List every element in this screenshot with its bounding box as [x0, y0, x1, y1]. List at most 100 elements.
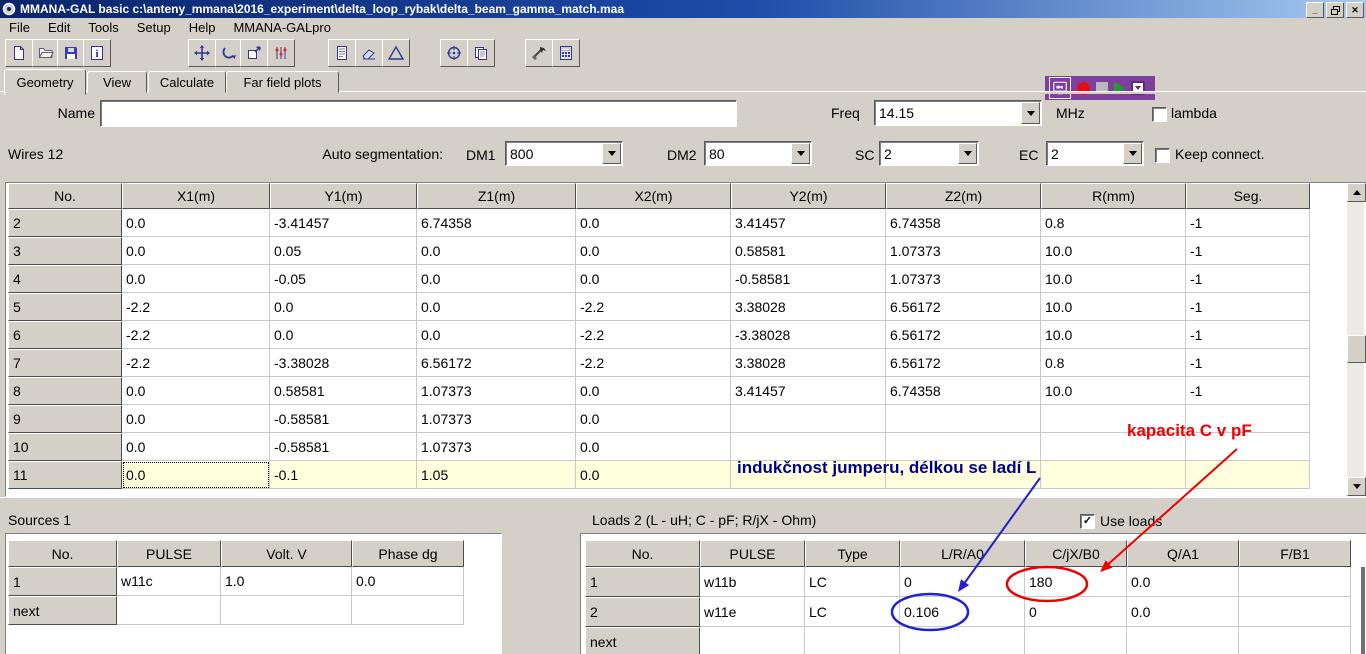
- table-cell[interactable]: [1041, 461, 1186, 489]
- table-cell[interactable]: 0.0: [122, 237, 270, 265]
- tab-view[interactable]: View: [87, 71, 147, 93]
- table-cell[interactable]: 1.07373: [417, 405, 576, 433]
- options-tools-button[interactable]: [525, 39, 553, 67]
- table-cell[interactable]: 3.38028: [731, 293, 886, 321]
- table-cell[interactable]: 0.0: [122, 209, 270, 237]
- column-header[interactable]: X1(m): [122, 183, 270, 209]
- table-cell[interactable]: w11c: [117, 567, 221, 596]
- table-cell[interactable]: 0.0: [576, 433, 731, 461]
- table-cell[interactable]: w11e: [700, 597, 805, 627]
- table-cell[interactable]: 10.0: [1041, 265, 1186, 293]
- table-cell[interactable]: -0.58581: [270, 405, 417, 433]
- column-header[interactable]: No.: [8, 540, 117, 567]
- menu-file[interactable]: File: [0, 18, 39, 37]
- table-cell[interactable]: [1025, 627, 1127, 654]
- row-header[interactable]: 2: [585, 597, 700, 627]
- table-cell[interactable]: -1: [1186, 321, 1310, 349]
- table-cell[interactable]: 0.0: [417, 237, 576, 265]
- set-center-button[interactable]: [440, 39, 468, 67]
- table-cell[interactable]: [886, 433, 1041, 461]
- table-cell[interactable]: -1: [1186, 293, 1310, 321]
- column-header[interactable]: R(mm): [1041, 183, 1186, 209]
- table-cell[interactable]: -0.05: [270, 265, 417, 293]
- dm2-dropdown-arrow-icon[interactable]: [791, 143, 810, 164]
- segmentation-options-button[interactable]: [267, 39, 295, 67]
- menu-help[interactable]: Help: [180, 18, 225, 37]
- column-header[interactable]: Y1(m): [270, 183, 417, 209]
- table-cell[interactable]: 0.0: [417, 293, 576, 321]
- column-header[interactable]: Z2(m): [886, 183, 1041, 209]
- row-header[interactable]: 11: [8, 461, 122, 489]
- table-cell[interactable]: -2.2: [122, 321, 270, 349]
- table-cell[interactable]: 0.58581: [270, 377, 417, 405]
- rotate-antenna-button[interactable]: [215, 39, 243, 67]
- table-cell[interactable]: 1.05: [417, 461, 576, 489]
- column-header[interactable]: Type: [805, 540, 900, 567]
- table-cell[interactable]: 1.07373: [417, 377, 576, 405]
- table-cell[interactable]: -0.1: [270, 461, 417, 489]
- table-cell[interactable]: 0.0: [417, 321, 576, 349]
- column-header[interactable]: Seg.: [1186, 183, 1310, 209]
- menu-edit[interactable]: Edit: [39, 18, 79, 37]
- column-header[interactable]: PULSE: [117, 540, 221, 567]
- table-cell[interactable]: 0.0: [1127, 597, 1239, 627]
- table-cell[interactable]: 0.0: [122, 461, 270, 489]
- table-cell[interactable]: [731, 405, 886, 433]
- table-cell[interactable]: [1186, 461, 1310, 489]
- column-header[interactable]: X2(m): [576, 183, 731, 209]
- ec-dropdown-arrow-icon[interactable]: [1123, 143, 1142, 164]
- table-cell[interactable]: 0.0: [270, 321, 417, 349]
- table-cell[interactable]: -0.58581: [731, 265, 886, 293]
- table-cell[interactable]: [805, 627, 900, 654]
- table-cell[interactable]: 0.0: [576, 265, 731, 293]
- table-cell[interactable]: 0.0: [270, 293, 417, 321]
- table-cell[interactable]: -2.2: [122, 349, 270, 377]
- table-cell[interactable]: -3.38028: [270, 349, 417, 377]
- table-cell[interactable]: 0.0: [417, 265, 576, 293]
- table-cell[interactable]: 0: [900, 567, 1025, 597]
- calculator-button[interactable]: [552, 39, 580, 67]
- close-button[interactable]: ✕: [1346, 2, 1364, 18]
- table-cell[interactable]: LC: [805, 567, 900, 597]
- column-header[interactable]: Q/A1: [1127, 540, 1239, 567]
- scroll-up-icon[interactable]: [1347, 183, 1366, 202]
- table-cell[interactable]: -2.2: [576, 293, 731, 321]
- table-cell[interactable]: 0.0: [576, 461, 731, 489]
- table-cell[interactable]: 3.41457: [731, 209, 886, 237]
- table-cell[interactable]: -2.2: [576, 321, 731, 349]
- table-cell[interactable]: 0.106: [900, 597, 1025, 627]
- row-header[interactable]: 6: [8, 321, 122, 349]
- table-cell[interactable]: 10.0: [1041, 321, 1186, 349]
- row-header[interactable]: 4: [8, 265, 122, 293]
- copy-wires-button[interactable]: [467, 39, 495, 67]
- table-cell[interactable]: [731, 433, 886, 461]
- table-cell[interactable]: -1: [1186, 377, 1310, 405]
- table-cell[interactable]: 6.56172: [417, 349, 576, 377]
- wire-table-scrollbar[interactable]: [1347, 183, 1364, 494]
- row-header[interactable]: next: [585, 627, 700, 654]
- table-cell[interactable]: [1239, 627, 1351, 654]
- table-cell[interactable]: 0.05: [270, 237, 417, 265]
- row-header[interactable]: 5: [8, 293, 122, 321]
- table-cell[interactable]: 1.07373: [886, 237, 1041, 265]
- use-loads-checkbox[interactable]: ✓: [1080, 514, 1095, 529]
- menu-mmana-galpro[interactable]: MMANA-GALpro: [224, 18, 340, 37]
- row-header[interactable]: 3: [8, 237, 122, 265]
- table-cell[interactable]: 0.58581: [731, 237, 886, 265]
- table-cell[interactable]: [700, 627, 805, 654]
- table-cell[interactable]: [221, 596, 352, 625]
- sc-combo[interactable]: 2: [879, 141, 979, 166]
- table-cell[interactable]: -3.38028: [731, 321, 886, 349]
- minimize-button[interactable]: _: [1306, 2, 1324, 18]
- row-header[interactable]: 9: [8, 405, 122, 433]
- table-cell[interactable]: [900, 627, 1025, 654]
- scrollbar-thumb[interactable]: [1347, 335, 1366, 363]
- table-cell[interactable]: 180: [1025, 567, 1127, 597]
- row-header[interactable]: 8: [8, 377, 122, 405]
- table-cell[interactable]: -2.2: [576, 349, 731, 377]
- new-file-button[interactable]: [5, 39, 33, 67]
- scroll-down-icon[interactable]: [1347, 477, 1366, 496]
- move-antenna-button[interactable]: [188, 39, 216, 67]
- dm1-dropdown-arrow-icon[interactable]: [602, 143, 621, 164]
- table-cell[interactable]: 1.0: [221, 567, 352, 596]
